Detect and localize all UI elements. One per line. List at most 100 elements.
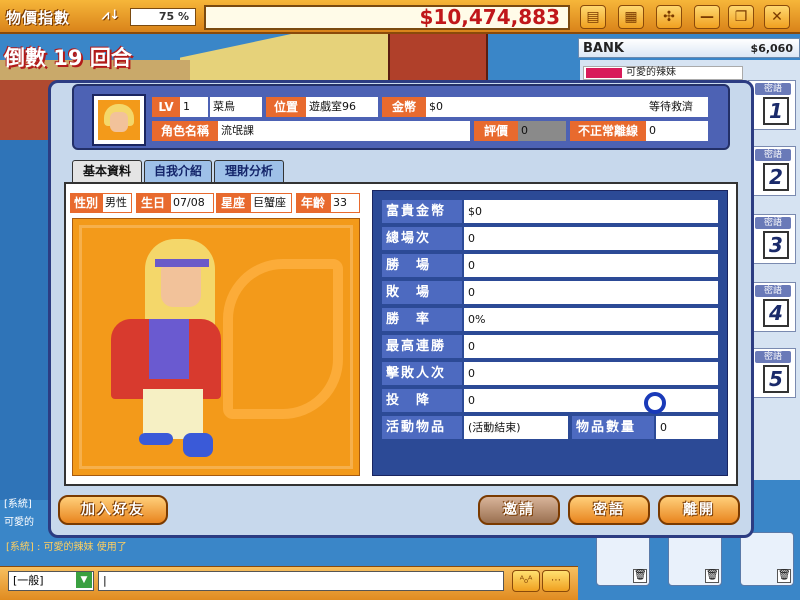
avatar-face — [110, 112, 128, 132]
name-label: 角色名稱 — [152, 121, 218, 141]
stat-value: 0 — [464, 254, 718, 277]
player-number: 5 — [763, 365, 789, 393]
dragon-emblem — [223, 259, 343, 419]
stat-label: 總場次 — [382, 227, 462, 250]
note-icon[interactable]: ▤ — [580, 5, 606, 29]
chat-input[interactable]: | — [98, 571, 504, 591]
item-card[interactable]: 🗑 — [740, 532, 794, 586]
location-value: 遊戲室96 — [306, 97, 378, 117]
stat-label: 投 降 — [382, 389, 462, 412]
player-number: 4 — [763, 299, 789, 327]
trash-icon[interactable]: 🗑 — [777, 569, 791, 583]
stat-label: 最高連勝 — [382, 335, 462, 358]
tab-intro[interactable]: 自我介紹 — [144, 160, 212, 182]
player-name: 可愛的辣妹 — [583, 66, 743, 80]
stat-value: 0 — [464, 227, 718, 250]
character-shoe — [183, 433, 213, 457]
player-slot-3[interactable]: 密語 3 — [748, 214, 796, 264]
sign-value: 巨蟹座 — [250, 193, 292, 213]
stat-label: 勝 場 — [382, 254, 462, 277]
rating-value: 0 — [518, 121, 566, 141]
activity-value: (活動結束) — [464, 416, 568, 439]
item-card[interactable]: 🗑 — [596, 532, 650, 586]
lv-value: 1 — [180, 97, 208, 117]
character-tank — [149, 319, 189, 379]
stat-value: 0 — [464, 362, 718, 385]
grid-icon[interactable]: ▦ — [618, 5, 644, 29]
item-count-label: 物品數量 — [572, 416, 654, 439]
player-slot-5[interactable]: 密語 5 — [748, 348, 796, 398]
whisper-tag[interactable]: 密語 — [755, 351, 791, 363]
sign-label: 星座 — [216, 193, 250, 213]
whisper-tag[interactable]: 密語 — [755, 83, 791, 95]
chat-line: [系統] — [4, 499, 32, 510]
restore-icon[interactable]: ❐ — [728, 5, 754, 29]
stat-label: 擊敗人次 — [382, 362, 462, 385]
activity-label: 活動物品 — [382, 416, 462, 439]
stat-value: $0 — [464, 200, 718, 223]
player-number: 2 — [763, 163, 789, 191]
trend-icon: ⩘↓ — [102, 8, 121, 23]
tab-basic[interactable]: 基本資料 — [72, 160, 142, 182]
trash-icon[interactable]: 🗑 — [633, 569, 647, 583]
abnormal-value: 0 — [646, 121, 708, 141]
player-slot-1[interactable]: 密語 1 — [748, 80, 796, 130]
price-index-label: 物價指數 — [6, 9, 71, 27]
invite-button[interactable]: 邀請 — [478, 495, 560, 525]
stat-value: 0 — [464, 281, 718, 304]
trash-icon[interactable]: 🗑 — [705, 569, 719, 583]
emote-icon[interactable]: ⋯ — [542, 570, 570, 592]
cursor-icon — [644, 392, 666, 414]
item-count-value: 0 — [656, 416, 718, 439]
lv-label: LV — [152, 97, 180, 117]
money-display: $10,474,883 — [204, 5, 570, 30]
stat-value: 0% — [464, 308, 718, 331]
rank-value: 菜鳥 — [210, 97, 262, 117]
name-value: 流氓課 — [218, 121, 470, 141]
character-portrait — [72, 218, 360, 476]
round-countdown: 倒數 19 回合 — [4, 46, 132, 70]
stat-value: 0 — [464, 335, 718, 358]
bank-value: $6,060 — [750, 42, 793, 55]
stat-label: 富貴金幣 — [382, 200, 462, 223]
font-icon[interactable]: ᴬ₀ᴬ — [512, 570, 540, 592]
rating-label: 評價 — [474, 121, 518, 141]
stat-value: 0 — [464, 389, 718, 412]
whisper-button[interactable]: 密語 — [568, 495, 650, 525]
item-card[interactable]: 🗑 — [668, 532, 722, 586]
price-index-value: 75 % — [130, 8, 196, 26]
tab-finance[interactable]: 理財分析 — [214, 160, 284, 182]
close-icon[interactable]: ✕ — [764, 5, 790, 29]
whisper-tag[interactable]: 密語 — [755, 217, 791, 229]
whisper-tag[interactable]: 密語 — [755, 149, 791, 161]
player-slot-4[interactable]: 密語 4 — [748, 282, 796, 332]
player-number: 1 — [763, 97, 789, 125]
chat-log: [系統] : 可愛的辣妹 使用了 — [6, 542, 127, 553]
chevron-down-icon[interactable]: ▼ — [76, 572, 92, 588]
abnormal-label: 不正常離線 — [570, 121, 646, 141]
location-label: 位置 — [266, 97, 306, 117]
avatar — [92, 94, 146, 146]
character-shoe — [139, 433, 173, 445]
birthday-label: 生日 — [136, 193, 170, 213]
gold-label: 金幣 — [382, 97, 426, 117]
birthday-value: 07/08 — [170, 193, 214, 213]
stat-label: 敗 場 — [382, 281, 462, 304]
bank-panel: BANK $6,060 — [578, 38, 800, 58]
move-icon[interactable]: ✣ — [656, 5, 682, 29]
stat-label: 勝 率 — [382, 308, 462, 331]
gold-value: $0 — [426, 97, 646, 117]
gender-label: 性別 — [70, 193, 102, 213]
leave-button[interactable]: 離開 — [658, 495, 740, 525]
age-value: 33 — [330, 193, 360, 213]
add-friend-button[interactable]: 加入好友 — [58, 495, 168, 525]
chat-line: 可愛的 — [4, 517, 34, 528]
minimize-icon[interactable]: — — [694, 5, 720, 29]
whisper-tag[interactable]: 密語 — [755, 285, 791, 297]
gender-value: 男性 — [102, 193, 132, 213]
player-slot-2[interactable]: 密語 2 — [748, 146, 796, 196]
character-headband — [155, 259, 209, 267]
age-label: 年齡 — [296, 193, 330, 213]
player-number: 3 — [763, 231, 789, 259]
character-pants — [143, 389, 203, 439]
